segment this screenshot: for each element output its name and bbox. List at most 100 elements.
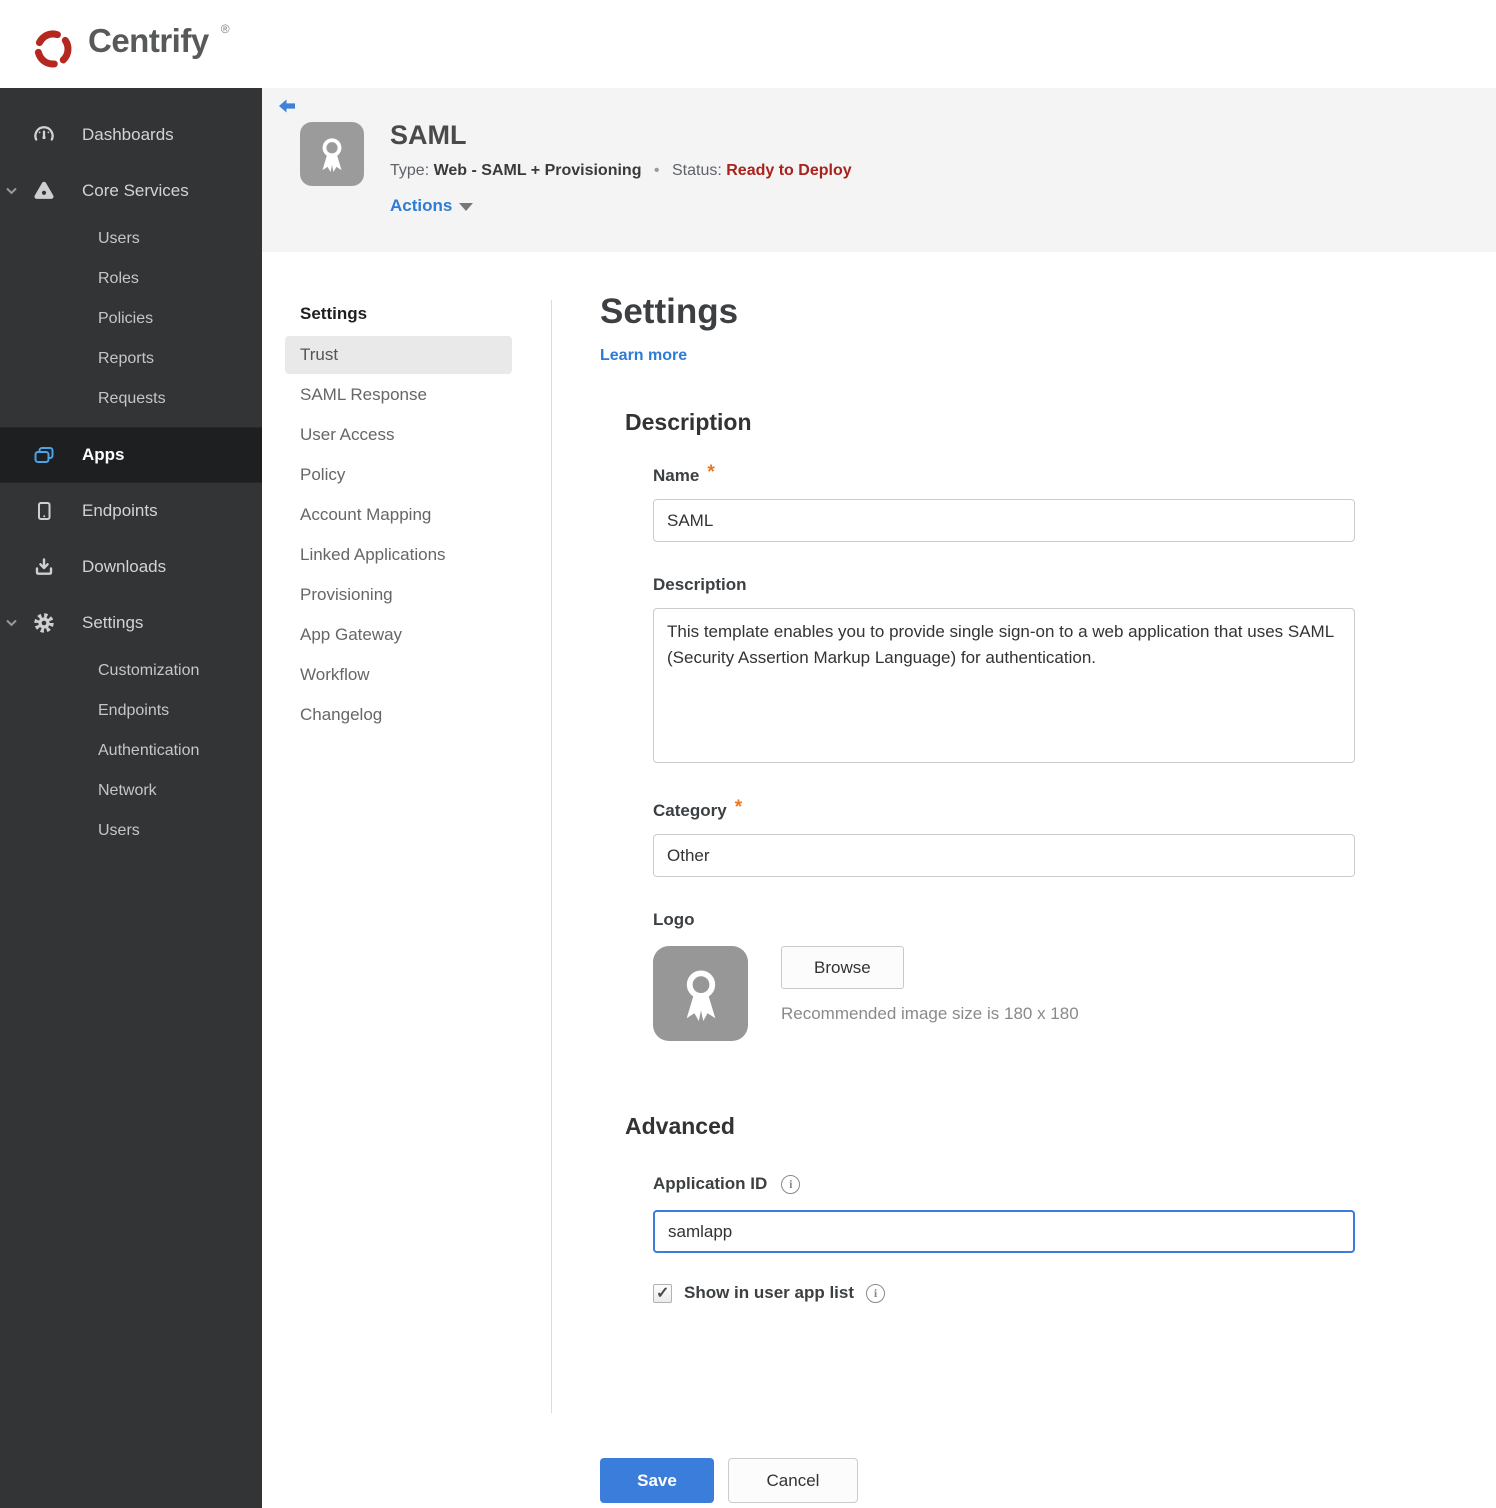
download-icon [32,555,56,579]
app-meta: Type: Web - SAML + Provisioning • Status… [390,162,852,180]
learn-more-link[interactable]: Learn more [600,347,687,365]
cancel-button[interactable]: Cancel [728,1458,858,1503]
sidebar-item-apps[interactable]: Apps [0,427,262,483]
browse-button[interactable]: Browse [781,946,904,989]
description-section: Description Name * Description This temp… [625,409,1360,1041]
vertical-divider [551,300,552,1413]
subnav-item-changelog[interactable]: Changelog [285,696,512,734]
status-value: Ready to Deploy [726,162,852,179]
logo-row: Browse Recommended image size is 180 x 1… [653,946,1360,1041]
sidebar-subitem-label: Users [98,230,140,247]
subnav-item-policy[interactable]: Policy [285,456,512,494]
settings-main: Settings Learn more Description Name * D… [600,292,1360,1503]
sidebar-item-authentication[interactable]: Authentication [0,731,262,771]
sidebar-item-label: Apps [82,445,125,464]
sidebar-subitem-label: Reports [98,350,155,367]
status-label: Status: [671,162,722,179]
app-header: SAML Type: Web - SAML + Provisioning • S… [262,88,1496,252]
required-asterisk: * [707,462,715,483]
sidebar-item-endpoints[interactable]: Endpoints [0,483,262,539]
logo-preview [653,946,748,1041]
sidebar-item-label: Core Services [82,181,189,200]
app-title: SAML [390,120,467,150]
subnav-item-app-gateway[interactable]: App Gateway [285,616,512,654]
logo-label: Logo [653,910,695,929]
app-logo [300,122,364,186]
meta-separator: • [653,162,660,179]
show-in-user-app-list-label: Show in user app list [684,1283,855,1302]
gauge-icon [32,123,56,147]
sidebar-item-settings-users[interactable]: Users [0,811,262,851]
save-button[interactable]: Save [600,1458,714,1503]
registered-mark: ® [220,22,230,36]
sidebar-item-label: Dashboards [82,125,174,144]
sidebar-item-settings-endpoints[interactable]: Endpoints [0,691,262,731]
caret-down-icon [459,203,474,211]
name-input[interactable] [653,499,1355,542]
actions-dropdown[interactable]: Actions [390,196,852,216]
core-services-icon [32,179,56,203]
sidebar-subitem-label: Authentication [98,742,200,759]
show-in-user-app-list-checkbox[interactable] [653,1283,672,1303]
brand-name: Centrify [88,22,209,59]
show-in-user-app-list-row: Show in user app list i [653,1283,1360,1303]
sidebar-item-reports[interactable]: Reports [0,339,262,379]
subnav-item-account-mapping[interactable]: Account Mapping [285,496,512,534]
page-title: Settings [600,292,739,331]
advanced-section: Advanced Application ID i Show in user a… [625,1113,1360,1303]
sidebar-subitem-label: Endpoints [98,702,170,719]
description-textarea[interactable]: This template enables you to provide sin… [653,608,1355,763]
logo-size-hint: Recommended image size is 180 x 180 [781,1004,1079,1023]
category-input[interactable] [653,834,1355,877]
brand-logo: Centrify ® [30,12,230,72]
gear-icon [32,611,56,635]
advanced-heading: Advanced [625,1113,735,1139]
subnav-item-workflow[interactable]: Workflow [285,656,512,694]
type-label: Type: [390,162,430,179]
name-label: Name * [653,462,715,485]
subnav-item-linked-applications[interactable]: Linked Applications [285,536,512,574]
sidebar-item-network[interactable]: Network [0,771,262,811]
page: Centrify ® Dashboards Core Services User… [0,0,1496,1508]
sidebar-item-requests[interactable]: Requests [0,379,262,419]
top-header: Centrify ® [0,0,1496,88]
device-icon [32,499,56,523]
sidebar-item-dashboards[interactable]: Dashboards [0,107,262,163]
application-id-input[interactable] [653,1210,1355,1253]
sidebar-item-customization[interactable]: Customization [0,651,262,691]
subnav-item-user-access[interactable]: User Access [285,416,512,454]
sidebar-item-downloads[interactable]: Downloads [0,539,262,595]
required-asterisk: * [734,797,743,818]
subnav-item-saml-response[interactable]: SAML Response [285,376,512,414]
application-id-label: Application ID i [653,1174,1360,1194]
sidebar-subitem-label: Network [98,782,157,799]
sidebar-subitem-label: Requests [98,390,166,407]
subnav-item-provisioning[interactable]: Provisioning [285,576,512,614]
sidebar-item-core-services[interactable]: Core Services [0,163,262,219]
app-header-text: SAML Type: Web - SAML + Provisioning • S… [390,120,852,216]
category-label: Category * [653,797,743,820]
sidebar-item-label: Downloads [82,557,167,576]
info-icon[interactable]: i [781,1174,801,1194]
form-buttons: Save Cancel [600,1458,1360,1503]
chevron-down-icon [6,619,17,627]
sidebar-item-settings[interactable]: Settings [0,595,262,651]
sidebar-subitem-label: Users [98,822,140,839]
content-area: Settings Trust SAML Response User Access… [262,252,1496,1508]
sidebar-item-policies[interactable]: Policies [0,299,262,339]
description-heading: Description [625,409,752,435]
settings-subnav: Settings Trust SAML Response User Access… [285,294,512,736]
subnav-item-trust[interactable]: Trust [285,336,512,374]
sidebar-item-roles[interactable]: Roles [0,259,262,299]
chevron-down-icon [6,187,17,195]
subnav-header: Settings [300,304,368,323]
sidebar-item-users[interactable]: Users [0,219,262,259]
info-icon[interactable]: i [866,1283,886,1303]
actions-label: Actions [390,196,453,215]
type-value: Web - SAML + Provisioning [433,162,642,179]
sidebar-item-label: Settings [82,613,144,632]
back-arrow-icon[interactable] [276,96,298,118]
sidebar-subitem-label: Customization [98,662,200,679]
logo-upload-block: Browse Recommended image size is 180 x 1… [781,946,1079,1024]
sidebar: Dashboards Core Services Users Roles Pol… [0,88,262,1508]
